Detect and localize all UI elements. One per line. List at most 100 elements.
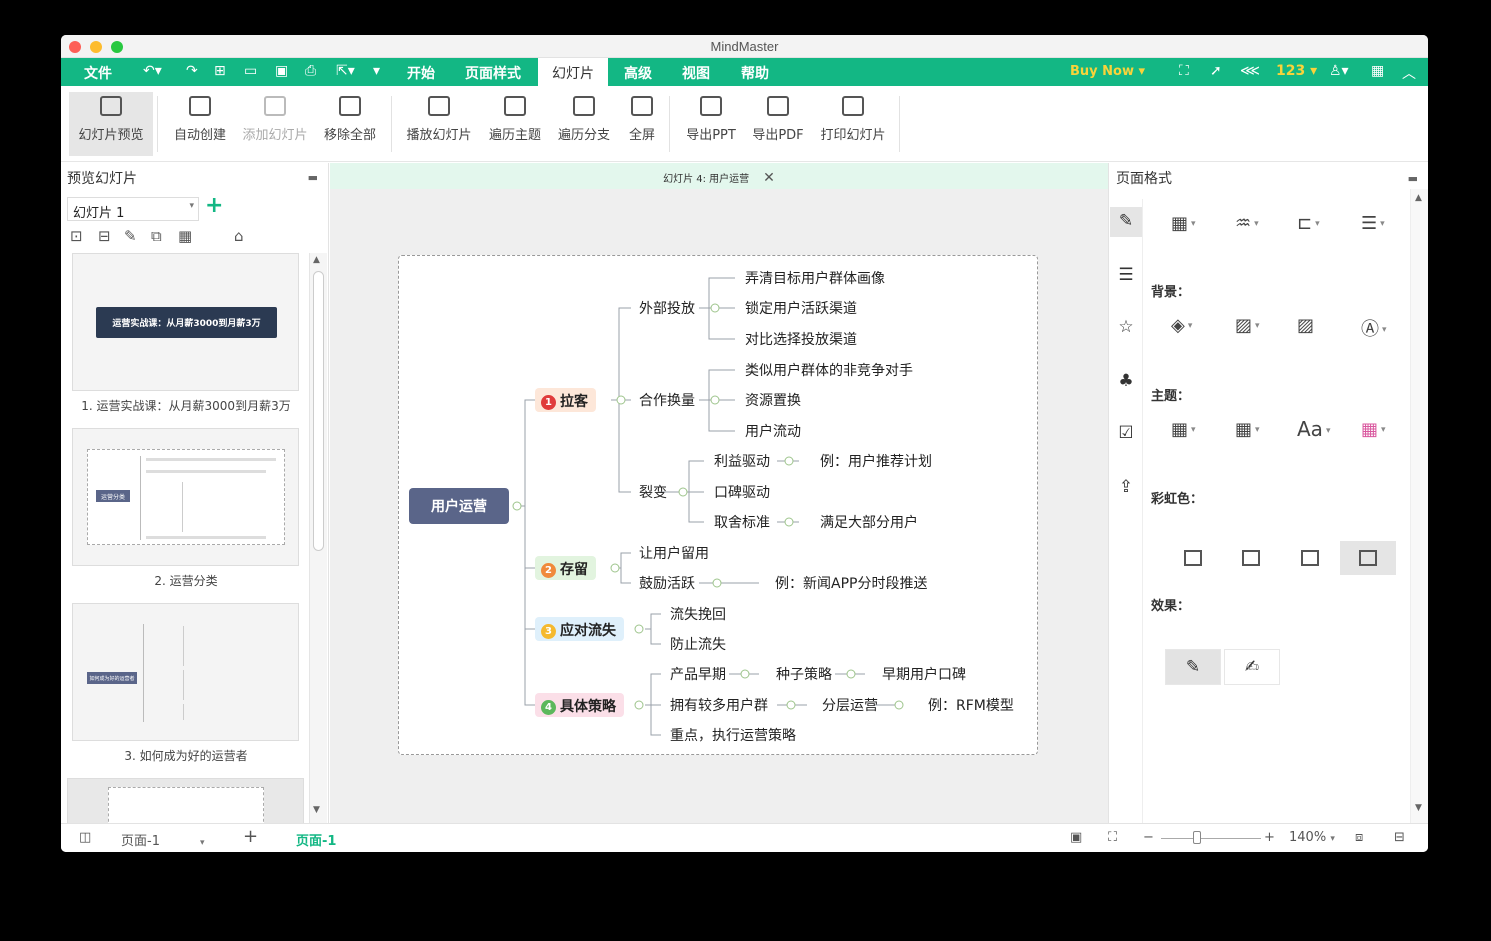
subtopic[interactable]: 资源置换 xyxy=(745,390,801,410)
collapse-ribbon-icon[interactable]: ︿ xyxy=(1402,63,1416,83)
fullscreen-icon[interactable]: ⛶ xyxy=(1179,63,1189,79)
branch-topic-3[interactable]: 3 应对流失 xyxy=(535,617,624,641)
remove-all-button[interactable]: 移除全部 xyxy=(317,92,383,156)
play-slides-button[interactable]: 播放幻灯片 xyxy=(399,92,479,156)
share-icon[interactable]: ⋘ xyxy=(1240,63,1260,79)
add-slide-button[interactable]: 添加幻灯片 xyxy=(237,92,313,156)
apps-icon[interactable]: ▦ xyxy=(1371,63,1384,79)
effect-option-handdrawn[interactable]: ✍ xyxy=(1224,649,1280,685)
watermark-icon[interactable]: Ⓐ ▾ xyxy=(1361,315,1387,341)
add-page-icon[interactable]: + xyxy=(243,826,258,847)
zoom-slider[interactable] xyxy=(1161,838,1261,839)
open-folder-icon[interactable]: ▭ xyxy=(244,63,257,79)
customize-toolbar-icon[interactable]: ▾ xyxy=(373,63,380,79)
fit-page-icon[interactable]: ▣ xyxy=(1070,830,1082,845)
slide-remove-icon[interactable]: ⊟ xyxy=(98,227,111,245)
slide-tab[interactable]: 幻灯片 4: 用户运营 ✕ xyxy=(330,163,1108,189)
subtopic[interactable]: 类似用户群体的非竞争对手 xyxy=(745,360,913,380)
export-pdf-button[interactable]: 导出PDF xyxy=(747,92,809,156)
rainbow-option-1[interactable] xyxy=(1165,541,1221,575)
tab-start[interactable]: 开始 xyxy=(407,63,435,83)
subtopic[interactable]: 让用户留用 xyxy=(639,543,709,563)
subtopic[interactable]: 种子策略 xyxy=(776,664,832,684)
scroll-down-icon[interactable]: ▼ xyxy=(1415,803,1422,813)
slide-select[interactable]: 幻灯片 1 ▾ xyxy=(67,197,199,221)
subtopic[interactable]: 满足大部分用户 xyxy=(820,512,918,532)
zoom-in-icon[interactable]: + xyxy=(1264,830,1275,845)
format-brush-icon[interactable]: ✎ xyxy=(1110,207,1142,237)
full-screen-button[interactable]: 全屏 xyxy=(621,92,663,156)
subtopic[interactable]: 利益驱动 xyxy=(714,451,770,471)
org-chart-icon[interactable]: ♒ ▾ xyxy=(1235,213,1259,234)
shirt-icon[interactable]: ♙▾ xyxy=(1329,63,1349,79)
root-topic[interactable]: 用户运营 xyxy=(409,488,509,524)
calendar-check-icon[interactable]: ☑ xyxy=(1116,423,1136,443)
subtopic[interactable]: 用户流动 xyxy=(745,421,801,441)
minimize-panel-icon[interactable]: ⊟ xyxy=(1394,830,1405,845)
edit-icon[interactable]: ✎ xyxy=(124,227,137,245)
subtopic[interactable]: 外部投放 xyxy=(639,298,695,318)
tab-help[interactable]: 帮助 xyxy=(741,63,769,83)
pin-icon[interactable]: ▬ xyxy=(308,171,318,184)
branch-topic-4[interactable]: 4 具体策略 xyxy=(535,693,624,717)
subtopic[interactable]: 例：新闻APP分时段推送 xyxy=(775,573,927,593)
slide-thumbnail-1[interactable]: 运营实战课：从月薪3000到月薪3万 xyxy=(72,253,299,391)
subtopic[interactable]: 取舍标准 xyxy=(714,512,770,532)
grid-icon[interactable]: ▦ xyxy=(178,227,192,245)
counter-badge[interactable]: 123 ▾ xyxy=(1276,63,1317,79)
copy-icon[interactable]: ⧉ xyxy=(151,227,162,245)
clover-icon[interactable]: ♣ xyxy=(1116,371,1136,391)
buy-now-button[interactable]: Buy Now ▾ xyxy=(1070,64,1145,79)
rainbow-option-3[interactable] xyxy=(1282,541,1338,575)
subtopic[interactable]: 例：RFM模型 xyxy=(928,695,1014,715)
new-file-icon[interactable]: ⊞ xyxy=(214,63,226,79)
scroll-up-icon[interactable]: ▲ xyxy=(313,255,320,265)
theme-layout-icon[interactable]: ▦ ▾ xyxy=(1235,419,1260,440)
traverse-topics-button[interactable]: 遍历主题 xyxy=(483,92,547,156)
slide-thumbnail-3[interactable]: 如何成为好的运营者 xyxy=(72,603,299,741)
subtopic[interactable]: 例：用户推荐计划 xyxy=(820,451,932,471)
insert-image-icon[interactable]: ▨ ▾ xyxy=(1235,315,1260,336)
tab-view[interactable]: 视图 xyxy=(682,63,710,83)
subtopic[interactable]: 分层运营 xyxy=(822,695,878,715)
subtopic[interactable]: 拥有较多用户群 xyxy=(670,695,768,715)
redo-icon[interactable]: ↷ xyxy=(186,63,198,79)
subtopic[interactable]: 产品早期 xyxy=(670,664,726,684)
numbering-icon[interactable]: ☰ ▾ xyxy=(1361,213,1385,234)
scroll-down-icon[interactable]: ▼ xyxy=(313,805,320,815)
undo-icon[interactable]: ↶▾ xyxy=(143,63,162,79)
panel-scrollbar[interactable]: ▲ ▼ xyxy=(1410,189,1428,823)
subtopic[interactable]: 裂变 xyxy=(639,482,667,502)
print-slides-button[interactable]: 打印幻灯片 xyxy=(813,92,893,156)
subtopic[interactable]: 防止流失 xyxy=(670,634,726,654)
subtopic[interactable]: 锁定用户活跃渠道 xyxy=(745,298,857,318)
close-tab-icon[interactable]: ✕ xyxy=(763,170,775,186)
star-frame-icon[interactable]: ☆ xyxy=(1116,317,1136,337)
panel-toggle-icon[interactable]: ◫ xyxy=(79,830,91,845)
slide-thumbnail-2[interactable]: 运营分类 xyxy=(72,428,299,566)
auto-create-button[interactable]: 自动创建 xyxy=(165,92,235,156)
rainbow-option-4[interactable] xyxy=(1340,541,1396,575)
remove-image-icon[interactable]: ▨ xyxy=(1297,315,1314,336)
scroll-thumb[interactable] xyxy=(313,271,324,551)
subtopic[interactable]: 口碑驱动 xyxy=(714,482,770,502)
zoom-out-icon[interactable]: − xyxy=(1143,830,1154,845)
pin-icon[interactable]: ▬ xyxy=(1408,172,1418,185)
tab-page-style[interactable]: 页面样式 xyxy=(465,63,521,83)
menu-file[interactable]: 文件 xyxy=(84,63,112,83)
branch-topic-1[interactable]: 1 拉客 xyxy=(535,388,596,412)
scroll-up-icon[interactable]: ▲ xyxy=(1415,193,1422,203)
slide-thumbnail-4[interactable] xyxy=(67,778,304,823)
effect-option-pen[interactable]: ✎ xyxy=(1165,649,1221,685)
thumbnail-scrollbar[interactable]: ▲ ▼ xyxy=(309,253,327,823)
font-icon[interactable]: Aa ▾ xyxy=(1297,417,1330,441)
slide-preview-button[interactable]: 幻灯片预览 xyxy=(69,92,153,156)
upload-icon[interactable]: ⇪ xyxy=(1116,477,1136,497)
connector-style-icon[interactable]: ⊏ ▾ xyxy=(1297,213,1320,234)
subtopic[interactable]: 流失挽回 xyxy=(670,604,726,624)
subtopic[interactable]: 早期用户口碑 xyxy=(882,664,966,684)
tab-slides[interactable]: 幻灯片 xyxy=(538,58,608,86)
theme-grid-icon[interactable]: ▦ ▾ xyxy=(1171,419,1196,440)
subtopic[interactable]: 对比选择投放渠道 xyxy=(745,329,857,349)
print-icon[interactable]: ⎙ xyxy=(305,63,316,79)
